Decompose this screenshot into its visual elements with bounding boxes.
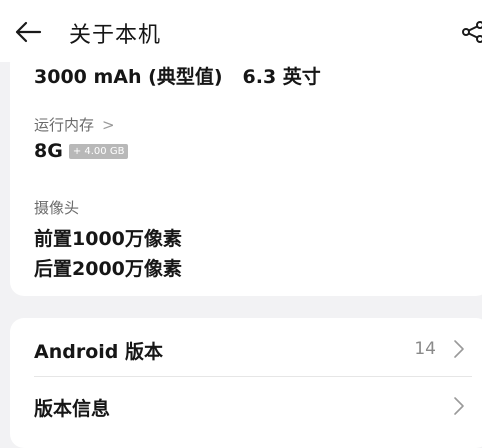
- share-icon[interactable]: [462, 20, 482, 44]
- battery-capacity: 3000 mAh (典型值): [34, 66, 223, 88]
- front-camera-spec: 前置1000万像素: [34, 228, 182, 250]
- version-info-label: 版本信息: [34, 398, 111, 420]
- ram-label: 运行内存: [34, 116, 95, 134]
- chevron-right-icon: [454, 340, 464, 358]
- top-app-bar: 关于本机: [0, 0, 482, 62]
- ram-value-row: 8G + 4.00 GB: [34, 140, 129, 162]
- battery-screen-spec: 3000 mAh (典型值) 6.3 英寸: [34, 62, 321, 89]
- chevron-right-icon: [454, 397, 464, 415]
- row-divider: [34, 376, 472, 377]
- android-version-label: Android 版本: [34, 341, 163, 363]
- page-title: 关于本机: [69, 23, 162, 48]
- android-version-value: 14: [414, 339, 436, 359]
- chevron-right-icon: >: [102, 116, 115, 134]
- ram-expansion-badge: + 4.00 GB: [68, 143, 129, 159]
- rear-camera-spec: 后置2000万像素: [34, 258, 182, 280]
- camera-label: 摄像头: [34, 199, 80, 217]
- ram-label-row[interactable]: 运行内存 >: [34, 114, 115, 135]
- arrow-left-icon[interactable]: [14, 19, 42, 45]
- ram-value: 8G: [34, 140, 63, 162]
- screen-size: 6.3 英寸: [242, 66, 321, 88]
